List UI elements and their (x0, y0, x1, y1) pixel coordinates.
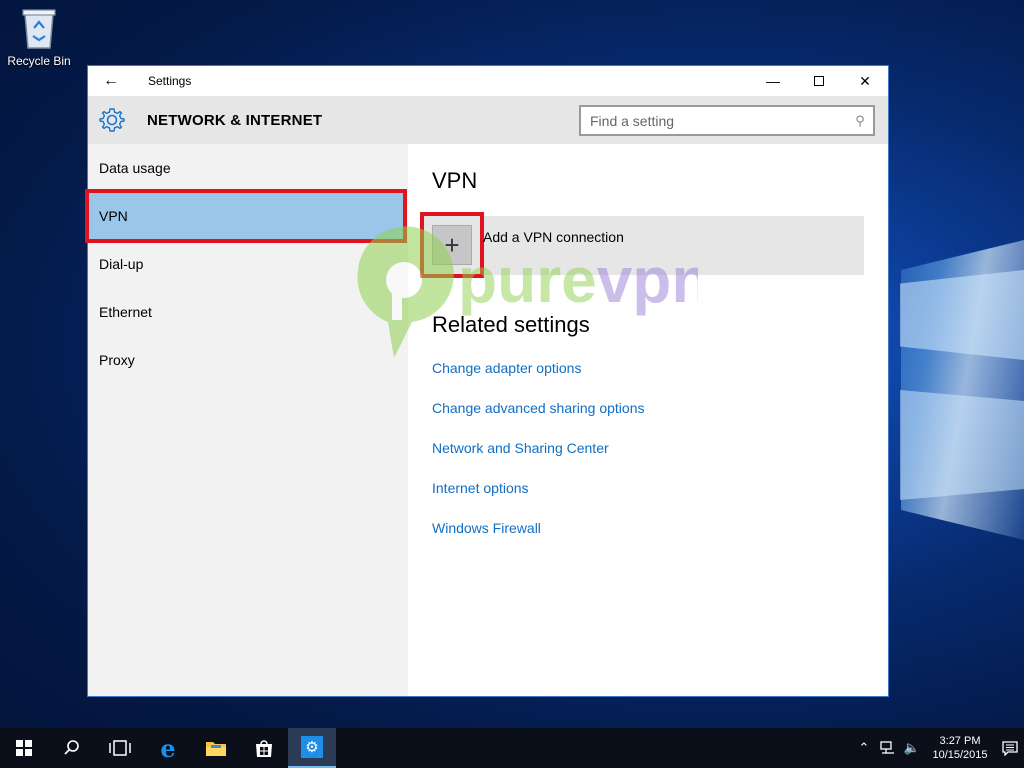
speaker-icon: 🔈 (903, 740, 921, 755)
search-icon[interactable]: ⚲ (847, 113, 873, 129)
system-tray: ⌃ 🔈 3:27 PM 10/15/2015 (852, 728, 1024, 768)
recycle-bin-icon (19, 6, 59, 50)
settings-taskbar-button[interactable]: ⚙ (288, 728, 336, 768)
store-icon (256, 740, 272, 757)
related-settings-heading: Related settings (432, 312, 590, 337)
plus-icon[interactable]: + (432, 225, 472, 265)
search-input[interactable] (581, 107, 847, 134)
edge-icon: e (160, 733, 176, 763)
sidebar-item-data-usage[interactable]: Data usage (88, 144, 408, 192)
chevron-up-icon: ⌃ (858, 740, 870, 755)
task-view-button[interactable] (96, 728, 144, 768)
link-network-and-sharing-center[interactable]: Network and Sharing Center (432, 438, 645, 478)
minimize-icon: — (766, 73, 780, 89)
search-taskbar-button[interactable] (48, 728, 96, 768)
notification-icon (1002, 740, 1018, 756)
task-view-icon (109, 740, 131, 756)
edge-browser-button[interactable]: e (144, 728, 192, 768)
gear-icon (99, 108, 125, 132)
recycle-bin-label: Recycle Bin (7, 54, 71, 68)
show-hidden-icons-button[interactable]: ⌃ (852, 740, 876, 756)
minimize-button[interactable]: — (750, 66, 796, 96)
clock-date: 10/15/2015 (932, 749, 988, 761)
back-button[interactable]: ← (88, 66, 134, 96)
taskbar: e ⚙ ⌃ 🔈 3:27 PM 10/15/2015 (0, 728, 1024, 768)
file-explorer-button[interactable] (192, 728, 240, 768)
sidebar-item-label: Data usage (99, 160, 171, 176)
back-arrow-icon: ← (103, 72, 119, 89)
add-vpn-connection-button[interactable]: + Add a VPN connection (420, 212, 864, 278)
action-center-button[interactable] (996, 740, 1024, 756)
sidebar-item-label: VPN (99, 208, 128, 224)
maximize-icon (814, 76, 824, 86)
window-title: Settings (148, 74, 192, 88)
search-box[interactable]: ⚲ (579, 105, 875, 136)
clock[interactable]: 3:27 PM 10/15/2015 (924, 734, 996, 762)
network-icon (880, 741, 894, 754)
link-internet-options[interactable]: Internet options (432, 478, 645, 518)
add-vpn-highlight: + (420, 212, 484, 278)
recycle-bin-desktop-icon[interactable]: Recycle Bin (4, 6, 74, 68)
sidebar-item-ethernet[interactable]: Ethernet (88, 288, 408, 336)
settings-window: ← Settings — ✕ NETWORK & INTERNET ⚲ Da (85, 65, 889, 697)
link-windows-firewall[interactable]: Windows Firewall (432, 518, 645, 558)
link-change-adapter-options[interactable]: Change adapter options (432, 358, 645, 398)
related-links: Change adapter options Change advanced s… (432, 358, 645, 558)
page-title: VPN (432, 168, 478, 193)
sidebar-item-proxy[interactable]: Proxy (88, 336, 408, 384)
search-icon (64, 740, 79, 755)
sidebar-item-vpn[interactable]: VPN (85, 189, 407, 243)
settings-gear-icon: ⚙ (301, 736, 323, 758)
maximize-button[interactable] (796, 66, 842, 96)
start-button[interactable] (0, 728, 48, 768)
windows-logo-icon (16, 740, 32, 756)
clock-time: 3:27 PM (939, 735, 981, 747)
main-content: VPN + Add a VPN connection Related setti… (408, 144, 888, 696)
link-change-advanced-sharing-options[interactable]: Change advanced sharing options (432, 398, 645, 438)
sidebar-item-label: Proxy (99, 352, 135, 368)
close-button[interactable]: ✕ (842, 66, 888, 96)
close-icon: ✕ (859, 72, 871, 89)
sidebar-item-dial-up[interactable]: Dial-up (88, 240, 408, 288)
sidebar: Data usage VPN Dial-up Ethernet Proxy (85, 144, 408, 696)
wallpaper-light-pane-bottom (900, 390, 1024, 500)
section-title: NETWORK & INTERNET (147, 111, 323, 129)
wallpaper-light-pane-top (900, 270, 1024, 360)
network-tray-button[interactable] (876, 741, 900, 755)
sidebar-item-label: Dial-up (99, 256, 144, 272)
add-vpn-label: Add a VPN connection (483, 229, 624, 245)
sidebar-item-label: Ethernet (99, 304, 152, 320)
title-bar: ← Settings — ✕ (88, 66, 888, 96)
volume-tray-button[interactable]: 🔈 (900, 740, 924, 756)
folder-icon (206, 742, 226, 756)
store-button[interactable] (240, 728, 288, 768)
settings-header: NETWORK & INTERNET ⚲ (88, 96, 888, 144)
